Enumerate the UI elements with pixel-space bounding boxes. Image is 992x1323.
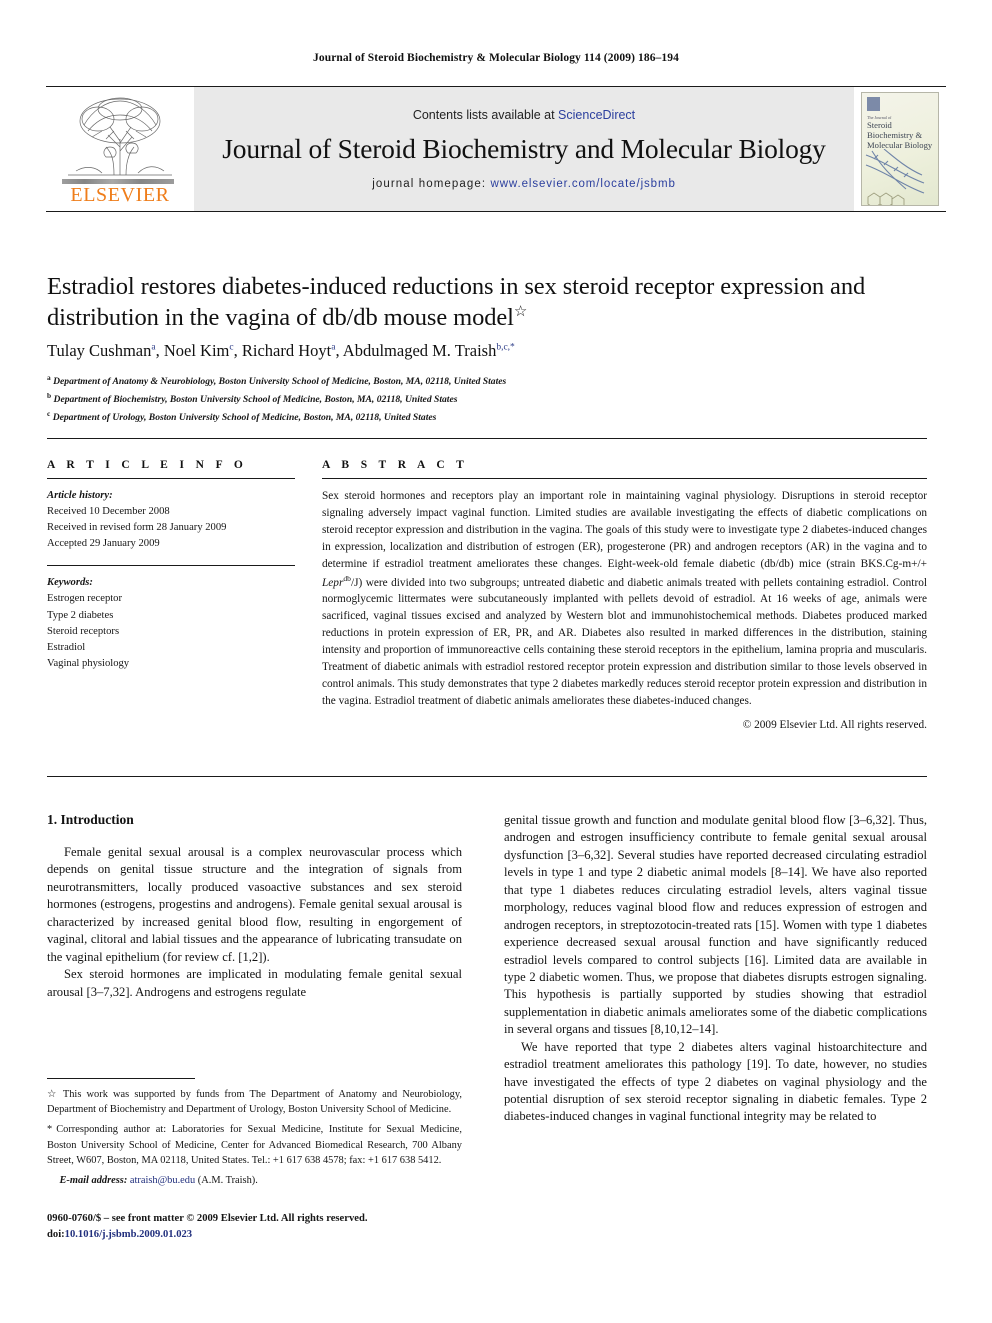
footnote-corresponding-text: Corresponding author at: Laboratories fo… xyxy=(47,1124,462,1166)
cover-thumbnail-block: The Journal of Steroid Biochemistry & Mo… xyxy=(854,87,946,211)
abstract-rule xyxy=(322,478,927,479)
divider-above-abstract xyxy=(47,438,927,439)
abstract-column: A B S T R A C T Sex steroid hormones and… xyxy=(322,459,927,731)
cover-title: Steroid Biochemistry & Molecular Biology xyxy=(867,120,933,150)
author-affil-marker: c xyxy=(229,342,234,353)
article-history-block: Article history: Received 10 December 20… xyxy=(47,488,295,552)
email-address-suffix: (A.M. Traish). xyxy=(197,1174,258,1186)
running-head: Journal of Steroid Biochemistry & Molecu… xyxy=(313,52,679,64)
footnote-divider xyxy=(47,1078,195,1079)
abstract-copyright: © 2009 Elsevier Ltd. All rights reserved… xyxy=(742,718,927,731)
doi-label: doi: xyxy=(47,1228,65,1240)
section-heading-introduction: 1. Introduction xyxy=(47,812,134,827)
abstract-part-2: /J) were divided into two subgroups; unt… xyxy=(322,576,927,708)
elsevier-logo-block: ELSEVIER xyxy=(46,87,194,211)
footnote-marker-corresponding: * xyxy=(47,1124,53,1136)
author-name: Noel Kim xyxy=(163,341,230,360)
keyword-item: Estrogen receptor xyxy=(47,593,123,605)
journal-cover-image: The Journal of Steroid Biochemistry & Mo… xyxy=(861,92,939,206)
article-history-label: Article history: xyxy=(47,490,113,501)
abstract-part-1: Sex steroid hormones and receptors play … xyxy=(322,490,927,570)
body-column-right: genital tissue growth and function and m… xyxy=(504,812,927,1126)
sciencedirect-link[interactable]: ScienceDirect xyxy=(558,108,635,122)
email-address-link[interactable]: atraish@bu.edu xyxy=(130,1175,195,1186)
affiliation-marker: a xyxy=(47,373,51,382)
journal-homepage-link[interactable]: www.elsevier.com/locate/jsbmb xyxy=(491,178,676,190)
affiliation-text: Department of Urology, Boston University… xyxy=(52,411,437,423)
masthead-center: Contents lists available at ScienceDirec… xyxy=(194,87,854,211)
keyword-item: Steroid receptors xyxy=(47,625,120,637)
footnote-funding-text: This work was supported by funds from Th… xyxy=(47,1089,462,1116)
history-item: Accepted 29 January 2009 xyxy=(47,538,160,550)
email-address-label: E-mail address: xyxy=(59,1174,128,1186)
abstract-text: Sex steroid hormones and receptors play … xyxy=(322,488,927,710)
affiliation-text: Department of Anatomy & Neurobiology, Bo… xyxy=(53,376,507,388)
homepage-prefix: journal homepage: xyxy=(372,177,491,190)
contents-prefix: Contents lists available at xyxy=(412,107,559,122)
article-title-text: Estradiol restores diabetes-induced redu… xyxy=(47,273,866,332)
footnote-funding: ☆ This work was supported by funds from T… xyxy=(47,1087,462,1117)
affiliation-item: a Department of Anatomy & Neurobiology, … xyxy=(47,372,927,390)
strain-gene-italic: Lepr xyxy=(322,576,344,589)
elsevier-wordmark: ELSEVIER xyxy=(70,184,170,206)
dna-helix-icon xyxy=(865,149,925,205)
keyword-item: Estradiol xyxy=(47,641,86,653)
author-name: Abdulmaged M. Traish xyxy=(342,341,497,360)
keyword-item: Type 2 diabetes xyxy=(47,609,114,621)
article-info-rule xyxy=(47,478,295,479)
strain-gene-superscript: db xyxy=(343,573,351,583)
paragraph: genital tissue growth and function and m… xyxy=(504,813,927,1037)
history-item: Received 10 December 2008 xyxy=(47,506,170,518)
author-name: Tulay Cushman xyxy=(47,341,152,360)
doi-line: doi:10.1016/j.jsbmb.2009.01.023 xyxy=(47,1227,462,1243)
keywords-rule xyxy=(47,565,295,567)
author-affil-marker: a xyxy=(331,342,336,353)
abstract-heading: A B S T R A C T xyxy=(322,459,469,471)
affiliation-marker: c xyxy=(47,408,51,418)
keywords-block: Keywords: Estrogen receptor Type 2 diabe… xyxy=(47,575,295,672)
elsevier-tree-icon xyxy=(68,97,172,176)
affiliation-text: Department of Biochemistry, Boston Unive… xyxy=(53,393,458,405)
article-info-heading: A R T I C L E I N F O xyxy=(47,459,248,471)
body-column-left: 1. Introduction Female genital sexual ar… xyxy=(47,812,462,1001)
journal-title: Journal of Steroid Biochemistry and Mole… xyxy=(222,132,826,164)
author-affil-marker: b,c,* xyxy=(496,342,515,353)
author-affil-marker: a xyxy=(151,342,156,353)
affiliation-item: c Department of Urology, Boston Universi… xyxy=(47,408,927,426)
affiliation-list: a Department of Anatomy & Neurobiology, … xyxy=(47,372,927,425)
footnote-email-line: E-mail address: atraish@bu.edu (A.M. Tra… xyxy=(47,1173,462,1188)
footnote-corresponding-author: * Corresponding author at: Laboratories f… xyxy=(47,1122,462,1168)
author-name: Richard Hoyt xyxy=(241,341,332,360)
cover-publisher-icon xyxy=(867,97,880,111)
divider-below-abstract xyxy=(47,776,927,777)
keywords-label: Keywords: xyxy=(47,577,93,589)
paragraph: Female genital sexual arousal is a compl… xyxy=(47,845,462,964)
author-list: Tulay Cushmana, Noel Kimc, Richard Hoyta… xyxy=(47,341,515,360)
affiliation-marker: b xyxy=(47,390,52,400)
page-title: Estradiol restores diabetes-induced redu… xyxy=(47,272,927,334)
issn-front-matter-line: 0960-0760/$ – see front matter © 2009 El… xyxy=(47,1213,368,1224)
paragraph: We have reported that type 2 diabetes al… xyxy=(504,1039,927,1124)
article-info-column: A R T I C L E I N F O Article history: R… xyxy=(47,459,295,672)
paragraph: Sex steroid hormones are implicated in m… xyxy=(47,967,462,999)
doi-link[interactable]: 10.1016/j.jsbmb.2009.01.023 xyxy=(65,1229,192,1240)
contents-available-line: Contents lists available at ScienceDirec… xyxy=(413,108,635,122)
paper-page: Journal of Steroid Biochemistry & Molecu… xyxy=(0,0,992,1323)
imprint-block: 0960-0760/$ – see front matter © 2009 El… xyxy=(47,1211,462,1243)
journal-masthead: ELSEVIER Contents lists available at Sci… xyxy=(46,86,946,212)
title-footnote-marker: ☆ xyxy=(513,303,528,320)
footnote-block: ☆ This work was supported by funds from T… xyxy=(47,1087,462,1193)
affiliation-item: b Department of Biochemistry, Boston Uni… xyxy=(47,390,927,408)
history-item: Received in revised form 28 January 2009 xyxy=(47,522,227,534)
footnote-marker-funding: ☆ xyxy=(47,1089,59,1100)
journal-homepage-line: journal homepage: www.elsevier.com/locat… xyxy=(372,178,676,190)
keyword-item: Vaginal physiology xyxy=(47,657,130,669)
